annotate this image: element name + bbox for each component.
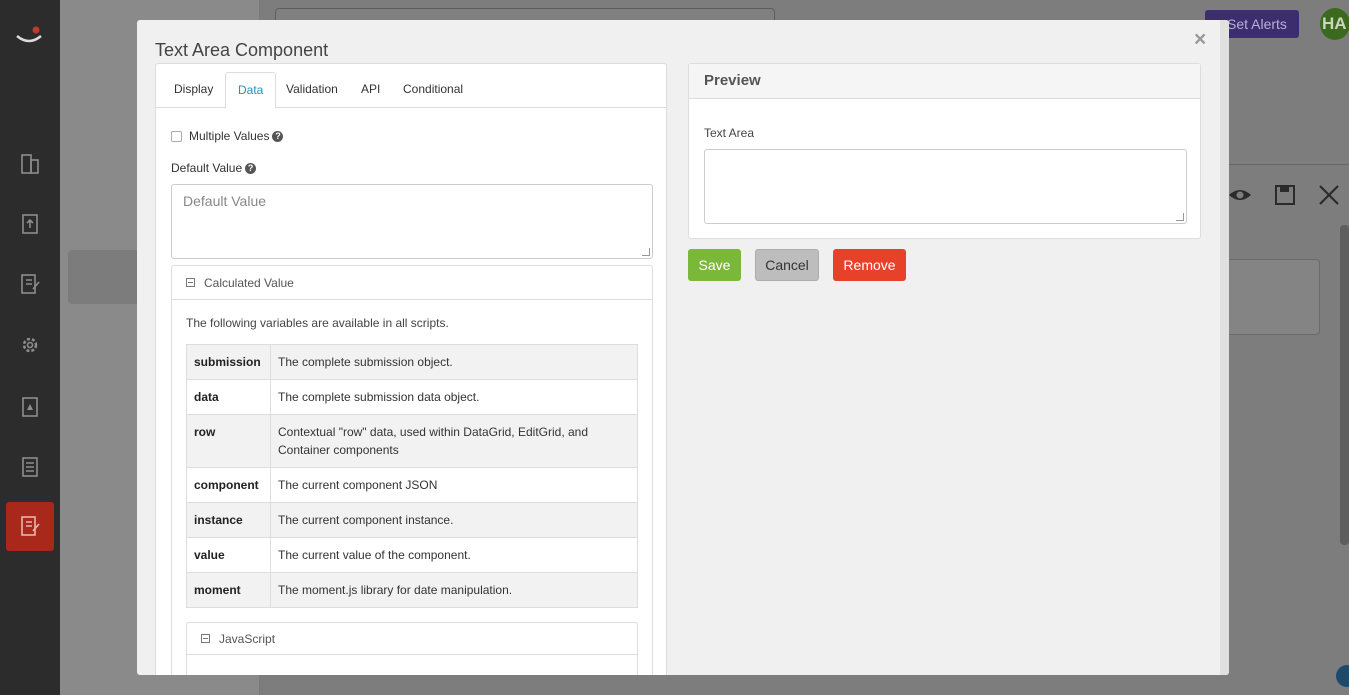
gear-icon[interactable] xyxy=(18,333,42,357)
app-sidebar-rail xyxy=(0,0,60,695)
multiple-values-label: Multiple Values xyxy=(189,129,270,143)
building-icon[interactable] xyxy=(18,152,42,176)
variable-name-cell: moment xyxy=(186,572,271,608)
variables-intro-text: The following variables are available in… xyxy=(186,316,449,330)
rail-item-active[interactable] xyxy=(6,502,54,551)
calculated-value-header[interactable]: Calculated Value xyxy=(172,266,652,300)
resize-handle-icon[interactable] xyxy=(1176,213,1184,221)
question-circle-icon[interactable]: ? xyxy=(272,130,284,142)
variable-description-cell: The current component JSON xyxy=(270,467,638,503)
settings-tabs: Display Data Validation API Conditional xyxy=(156,64,666,109)
table-row: moment The moment.js library for date man… xyxy=(186,572,638,608)
background-scrollbar[interactable] xyxy=(1340,225,1349,545)
table-row: data The complete submission data object. xyxy=(186,379,638,415)
collapse-minus-icon[interactable] xyxy=(186,278,195,287)
collapse-minus-icon[interactable] xyxy=(201,634,210,643)
preview-card: Preview Text Area xyxy=(688,63,1201,239)
panel-selected-item[interactable] xyxy=(68,250,148,304)
tab-conditional[interactable]: Conditional xyxy=(391,72,475,109)
tab-api[interactable]: API xyxy=(349,72,392,109)
close-icon[interactable]: × xyxy=(1194,28,1206,52)
component-settings-modal: Text Area Component × Display Data Valid… xyxy=(137,20,1229,675)
save-icon[interactable] xyxy=(1272,182,1298,208)
resize-handle-icon[interactable] xyxy=(642,248,650,256)
close-icon[interactable] xyxy=(1316,182,1342,208)
variable-description-cell: The complete submission data object. xyxy=(270,379,638,415)
warning-document-icon[interactable] xyxy=(18,395,42,419)
tab-display[interactable]: Display xyxy=(162,72,225,109)
variable-name-cell: data xyxy=(186,379,271,415)
cancel-button[interactable]: Cancel xyxy=(755,249,819,281)
form-edit-icon[interactable] xyxy=(18,272,42,296)
default-value-row: Default Value ? xyxy=(171,161,257,175)
multiple-values-checkbox[interactable] xyxy=(171,130,182,142)
variable-name-cell: row xyxy=(186,414,271,468)
table-row: component The current component JSON xyxy=(186,467,638,503)
variable-name-cell: submission xyxy=(186,344,271,380)
variable-description-cell: The moment.js library for date manipulat… xyxy=(270,572,638,608)
variable-name-cell: component xyxy=(186,467,271,503)
brand-logo-icon xyxy=(16,26,42,43)
default-value-label: Default Value xyxy=(171,161,243,175)
table-row: row Contextual "row" data, used within Da… xyxy=(186,414,638,468)
variable-description-cell: The current value of the component. xyxy=(270,537,638,573)
default-value-textarea[interactable]: Default Value xyxy=(171,184,653,259)
preview-title: Preview xyxy=(689,64,1200,99)
avatar[interactable]: HA xyxy=(1320,8,1349,40)
eye-icon[interactable] xyxy=(1227,182,1253,208)
variable-description-cell: Contextual "row" data, used within DataG… xyxy=(270,414,638,468)
calculated-value-panel: Calculated Value The following variables… xyxy=(171,265,653,675)
tab-data[interactable]: Data xyxy=(225,72,277,109)
variable-name-cell: instance xyxy=(186,502,271,538)
javascript-title: JavaScript xyxy=(219,631,276,646)
variable-name-cell: value xyxy=(186,537,271,573)
table-row: value The current value of the component. xyxy=(186,537,638,573)
save-button[interactable]: Save xyxy=(688,249,741,281)
table-row: instance The current component instance. xyxy=(186,502,638,538)
remove-button[interactable]: Remove xyxy=(833,249,906,281)
question-circle-icon[interactable]: ? xyxy=(245,162,257,174)
background-divider xyxy=(1229,164,1349,165)
modal-scrollbar[interactable] xyxy=(1220,20,1229,675)
javascript-header[interactable]: JavaScript xyxy=(187,623,637,655)
preview-field-label: Text Area xyxy=(704,126,755,140)
calculated-value-title: Calculated Value xyxy=(204,275,294,290)
variables-table: submission The complete submission object… xyxy=(186,344,638,608)
multiple-values-row: Multiple Values ? xyxy=(171,129,284,143)
background-textarea[interactable] xyxy=(1225,259,1320,335)
variable-description-cell: The complete submission object. xyxy=(270,344,638,380)
upload-icon[interactable] xyxy=(18,212,42,236)
form-edit-icon xyxy=(21,516,40,536)
document-list-icon[interactable] xyxy=(18,455,42,479)
variable-description-cell: The current component instance. xyxy=(270,502,638,538)
tab-validation[interactable]: Validation xyxy=(274,72,350,109)
settings-card: Display Data Validation API Conditional … xyxy=(155,63,667,675)
modal-title: Text Area Component xyxy=(155,40,329,60)
javascript-panel: JavaScript xyxy=(186,622,638,675)
preview-textarea[interactable] xyxy=(704,149,1187,224)
default-value-placeholder: Default Value xyxy=(183,193,267,209)
table-row: submission The complete submission object… xyxy=(186,344,638,380)
